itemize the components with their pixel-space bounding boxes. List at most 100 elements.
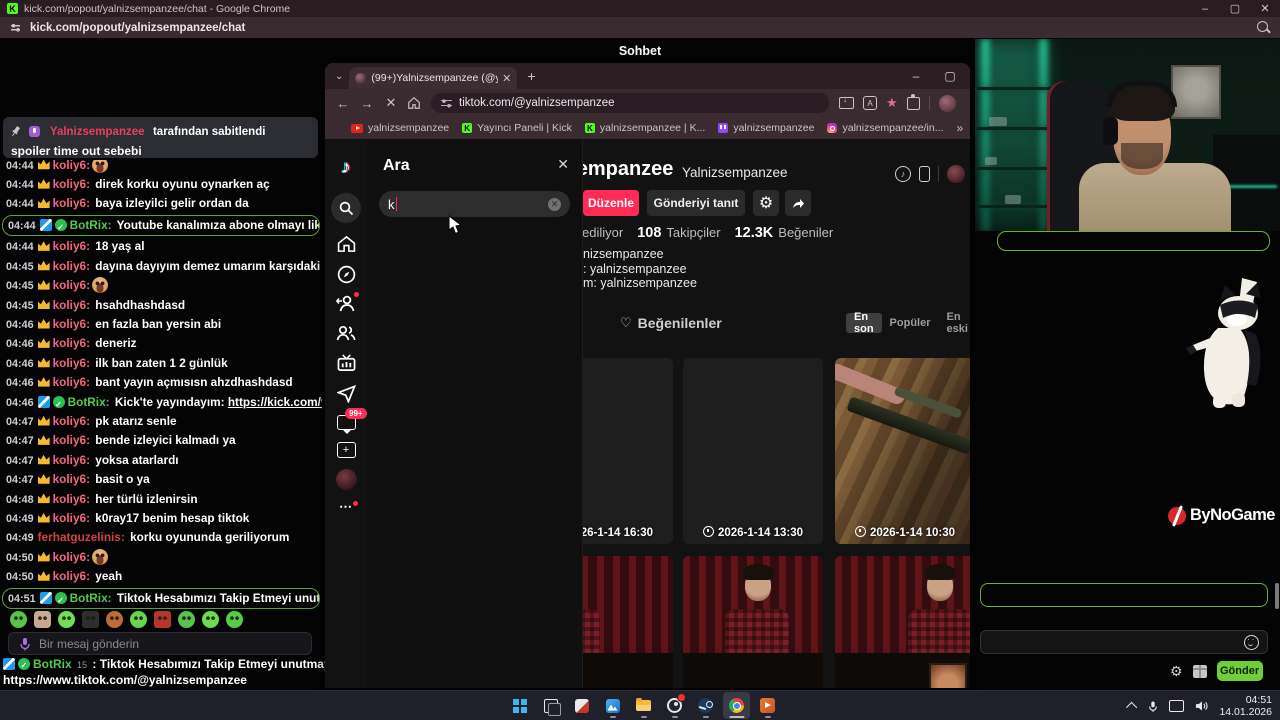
red-rage-emote[interactable] [154,611,171,628]
window-minimize-button[interactable]: – [900,63,932,89]
gift-icon[interactable] [1192,664,1207,678]
active-tab[interactable]: (99+)Yalnizsempanzee (@yalnı ✕ [349,67,518,89]
search-close-icon[interactable]: ✕ [557,156,569,173]
bookmark-star-icon[interactable]: ★ [886,95,898,111]
chat-username[interactable]: koliy6: [53,569,90,583]
chat-username[interactable]: koliy6: [53,356,90,370]
sidebar-friends-icon[interactable] [325,324,367,342]
chat-username[interactable]: koliy6: [53,433,90,447]
chat-username[interactable]: koliy6: [53,177,90,191]
chat-username[interactable]: koliy6: [53,298,90,312]
forward-button[interactable]: → [355,96,379,111]
chat-username[interactable]: koliy6: [53,317,90,331]
bookmark-item[interactable]: Kyalnizsempanzee | K... [584,122,705,134]
sidebar-inbox-icon[interactable]: 99+ [325,408,367,434]
photos-app-icon[interactable] [599,692,626,719]
search-input[interactable]: k ✕ [379,191,570,217]
chat-username[interactable]: koliy6: [53,453,90,467]
bookmark-item[interactable]: yalnizsempanzee/in... [827,122,943,134]
chat-username[interactable]: koliy6: [53,550,90,564]
task-view-button[interactable] [537,692,564,719]
chat-username[interactable]: koliy6: [53,336,90,350]
site-settings-icon[interactable] [9,21,22,34]
clear-search-icon[interactable]: ✕ [548,197,561,211]
tab-close-icon[interactable]: ✕ [502,72,511,85]
share-profile-button[interactable] [785,190,811,216]
promote-post-button[interactable]: Gönderiyi tanıt [647,190,745,216]
tab-search-chevron-icon[interactable]: ⌄ [335,71,343,82]
account-avatar[interactable] [947,165,965,183]
chat-username[interactable]: koliy6: [53,239,90,253]
chrome-icon[interactable] [723,692,750,719]
send-button[interactable]: Gönder [1216,661,1263,681]
sidebar-explore-icon[interactable] [325,265,367,284]
chat-username[interactable]: koliy6: [53,160,90,172]
site-info-icon[interactable] [441,97,452,109]
sidebar-messages-icon[interactable] [325,385,367,403]
window-maximize-button[interactable]: ▢ [934,63,966,89]
stop-button[interactable]: ✕ [379,95,403,111]
sidebar-search-icon[interactable] [325,193,367,223]
obs-icon[interactable] [661,692,688,719]
liked-tab[interactable]: ♡ Beğenilenler [620,315,722,331]
chat-link[interactable]: https://kick.com/yalnizsempanzee [228,395,322,409]
green-grin-emote[interactable] [226,611,243,628]
taskbar-clock[interactable]: 04:51 14.01.2026 [1219,694,1272,719]
maximize-button[interactable]: ▢ [1220,0,1250,17]
chat-username[interactable]: koliy6: [53,511,90,525]
zoom-search-icon[interactable] [1257,21,1268,32]
video-thumbnail[interactable] [835,556,970,688]
start-button[interactable] [506,692,533,719]
steam-icon[interactable] [692,692,719,719]
green-smile-emote[interactable] [202,611,219,628]
sidebar-more-icon[interactable]: ⋯ [325,499,367,515]
sort-popular[interactable]: Popüler [882,313,939,333]
gun-emote[interactable] [82,611,99,628]
tiktok-logo-icon[interactable]: ♪ [325,157,367,179]
chat-username[interactable]: koliy6: [53,492,90,506]
sidebar-profile-avatar[interactable] [325,469,367,490]
chat-username[interactable]: koliy6: [53,472,90,486]
chat-username[interactable]: koliy6: [53,196,90,210]
green-blob-emote[interactable] [58,611,75,628]
sort-oldest[interactable]: En eski [939,311,971,335]
snip-tool-icon[interactable] [568,692,595,719]
close-button[interactable]: ✕ [1250,0,1280,17]
video-card[interactable]: 2026-1-14 10:30 [835,358,970,544]
get-app-icon[interactable] [919,166,930,182]
media-player-icon[interactable] [754,692,781,719]
green-face-emote[interactable] [130,611,147,628]
bookmarks-overflow-icon[interactable]: » [956,121,963,135]
translate-icon[interactable]: A [863,96,877,110]
extensions-icon[interactable] [906,93,920,110]
scrollbar-thumb[interactable] [1275,583,1279,609]
sort-latest[interactable]: En son [846,311,882,335]
green-sunglasses-emote[interactable] [10,611,27,628]
send-to-device-icon[interactable] [839,95,854,109]
popcat-emote[interactable] [34,611,51,628]
green-tongue-emote[interactable] [178,611,195,628]
home-button[interactable] [407,96,421,110]
bookmark-item[interactable]: yalnizsempanzee [351,122,449,134]
tray-cast-icon[interactable] [1169,700,1185,712]
emoji-picker-icon[interactable] [1244,634,1259,650]
tray-volume-icon[interactable] [1195,700,1209,712]
sidebar-following-icon[interactable] [325,292,367,313]
back-button[interactable]: ← [331,96,355,111]
file-explorer-icon[interactable] [630,692,657,719]
chat-username[interactable]: BotRix: [70,218,112,232]
sidebar-live-icon[interactable] [325,354,367,372]
chat-message-input[interactable]: Bir mesaj gönderin [8,632,312,655]
video-thumbnail[interactable] [683,556,823,688]
monkey-emote[interactable] [106,611,123,628]
bookmark-item[interactable]: K Yayıncı Paneli | Kick [462,122,572,134]
pinned-message[interactable]: Yalnizsempanzee tarafından sabitlendi sp… [3,117,318,158]
address-bar[interactable]: tiktok.com/@yalnizsempanzee [431,93,829,113]
tray-expand-icon[interactable] [1126,701,1138,714]
sidebar-upload-icon[interactable]: + [325,442,367,458]
chat-username[interactable]: koliy6: [53,259,90,273]
tray-mic-icon[interactable] [1148,700,1158,713]
new-tab-button[interactable]: + [527,68,535,84]
chat-username[interactable]: ferhatguzelinis: [38,530,125,544]
chat-settings-icon[interactable]: ⚙ [1170,663,1183,680]
